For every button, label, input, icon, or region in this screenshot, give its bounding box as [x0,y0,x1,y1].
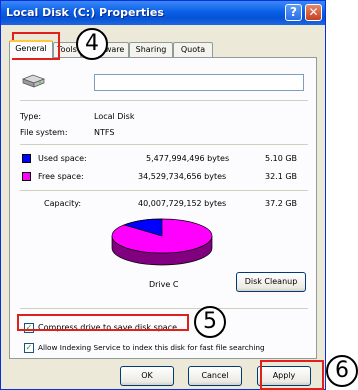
close-button[interactable]: ✕ [305,4,322,21]
disk-usage-pie [111,218,213,266]
disk-cleanup-button[interactable]: Disk Cleanup [236,272,306,292]
free-space-swatch [22,172,31,181]
annotation-step-4: 4 [76,28,108,60]
separator [20,190,308,191]
free-space-bytes: 34,529,734,656 bytes [138,172,227,181]
free-space-label: Free space: [38,172,84,181]
type-value: Local Disk [94,112,135,121]
drive-label: Drive C [149,280,179,289]
tab-general[interactable]: General [9,40,53,58]
used-space-bytes: 5,477,994,496 bytes [146,154,230,163]
used-space-swatch [22,154,31,163]
drive-name-input[interactable] [94,74,304,91]
file-system-value: NTFS [94,128,115,137]
annotation-box-compress [17,314,189,331]
tab-quota[interactable]: Quota [173,42,213,57]
free-space-gb: 32.1 GB [265,172,298,181]
used-space-gb: 5.10 GB [265,154,298,163]
help-button[interactable]: ? [285,4,302,21]
title-bar[interactable]: Local Disk (C:) Properties ? ✕ [1,1,325,25]
annotation-step-6: 6 [326,355,358,387]
cancel-button[interactable]: Cancel [188,366,242,386]
hard-drive-icon [22,74,45,88]
tab-sharing[interactable]: Sharing [129,42,173,57]
separator [20,308,308,309]
capacity-gb: 37.2 GB [265,199,298,208]
indexing-label[interactable]: Allow Indexing Service to index this dis… [38,343,265,352]
window-title: Local Disk (C:) Properties [6,6,164,19]
separator [20,144,308,145]
type-label: Type: [20,112,42,121]
ok-button[interactable]: OK [120,366,174,386]
indexing-checkbox[interactable]: ✓ [24,343,34,353]
capacity-label: Capacity: [44,199,82,208]
annotation-step-5: 5 [194,306,226,338]
used-space-label: Used space: [38,154,87,163]
capacity-bytes: 40,007,729,152 bytes [138,199,227,208]
file-system-label: File system: [20,128,68,137]
annotation-box-apply [260,360,324,390]
separator [20,100,308,101]
